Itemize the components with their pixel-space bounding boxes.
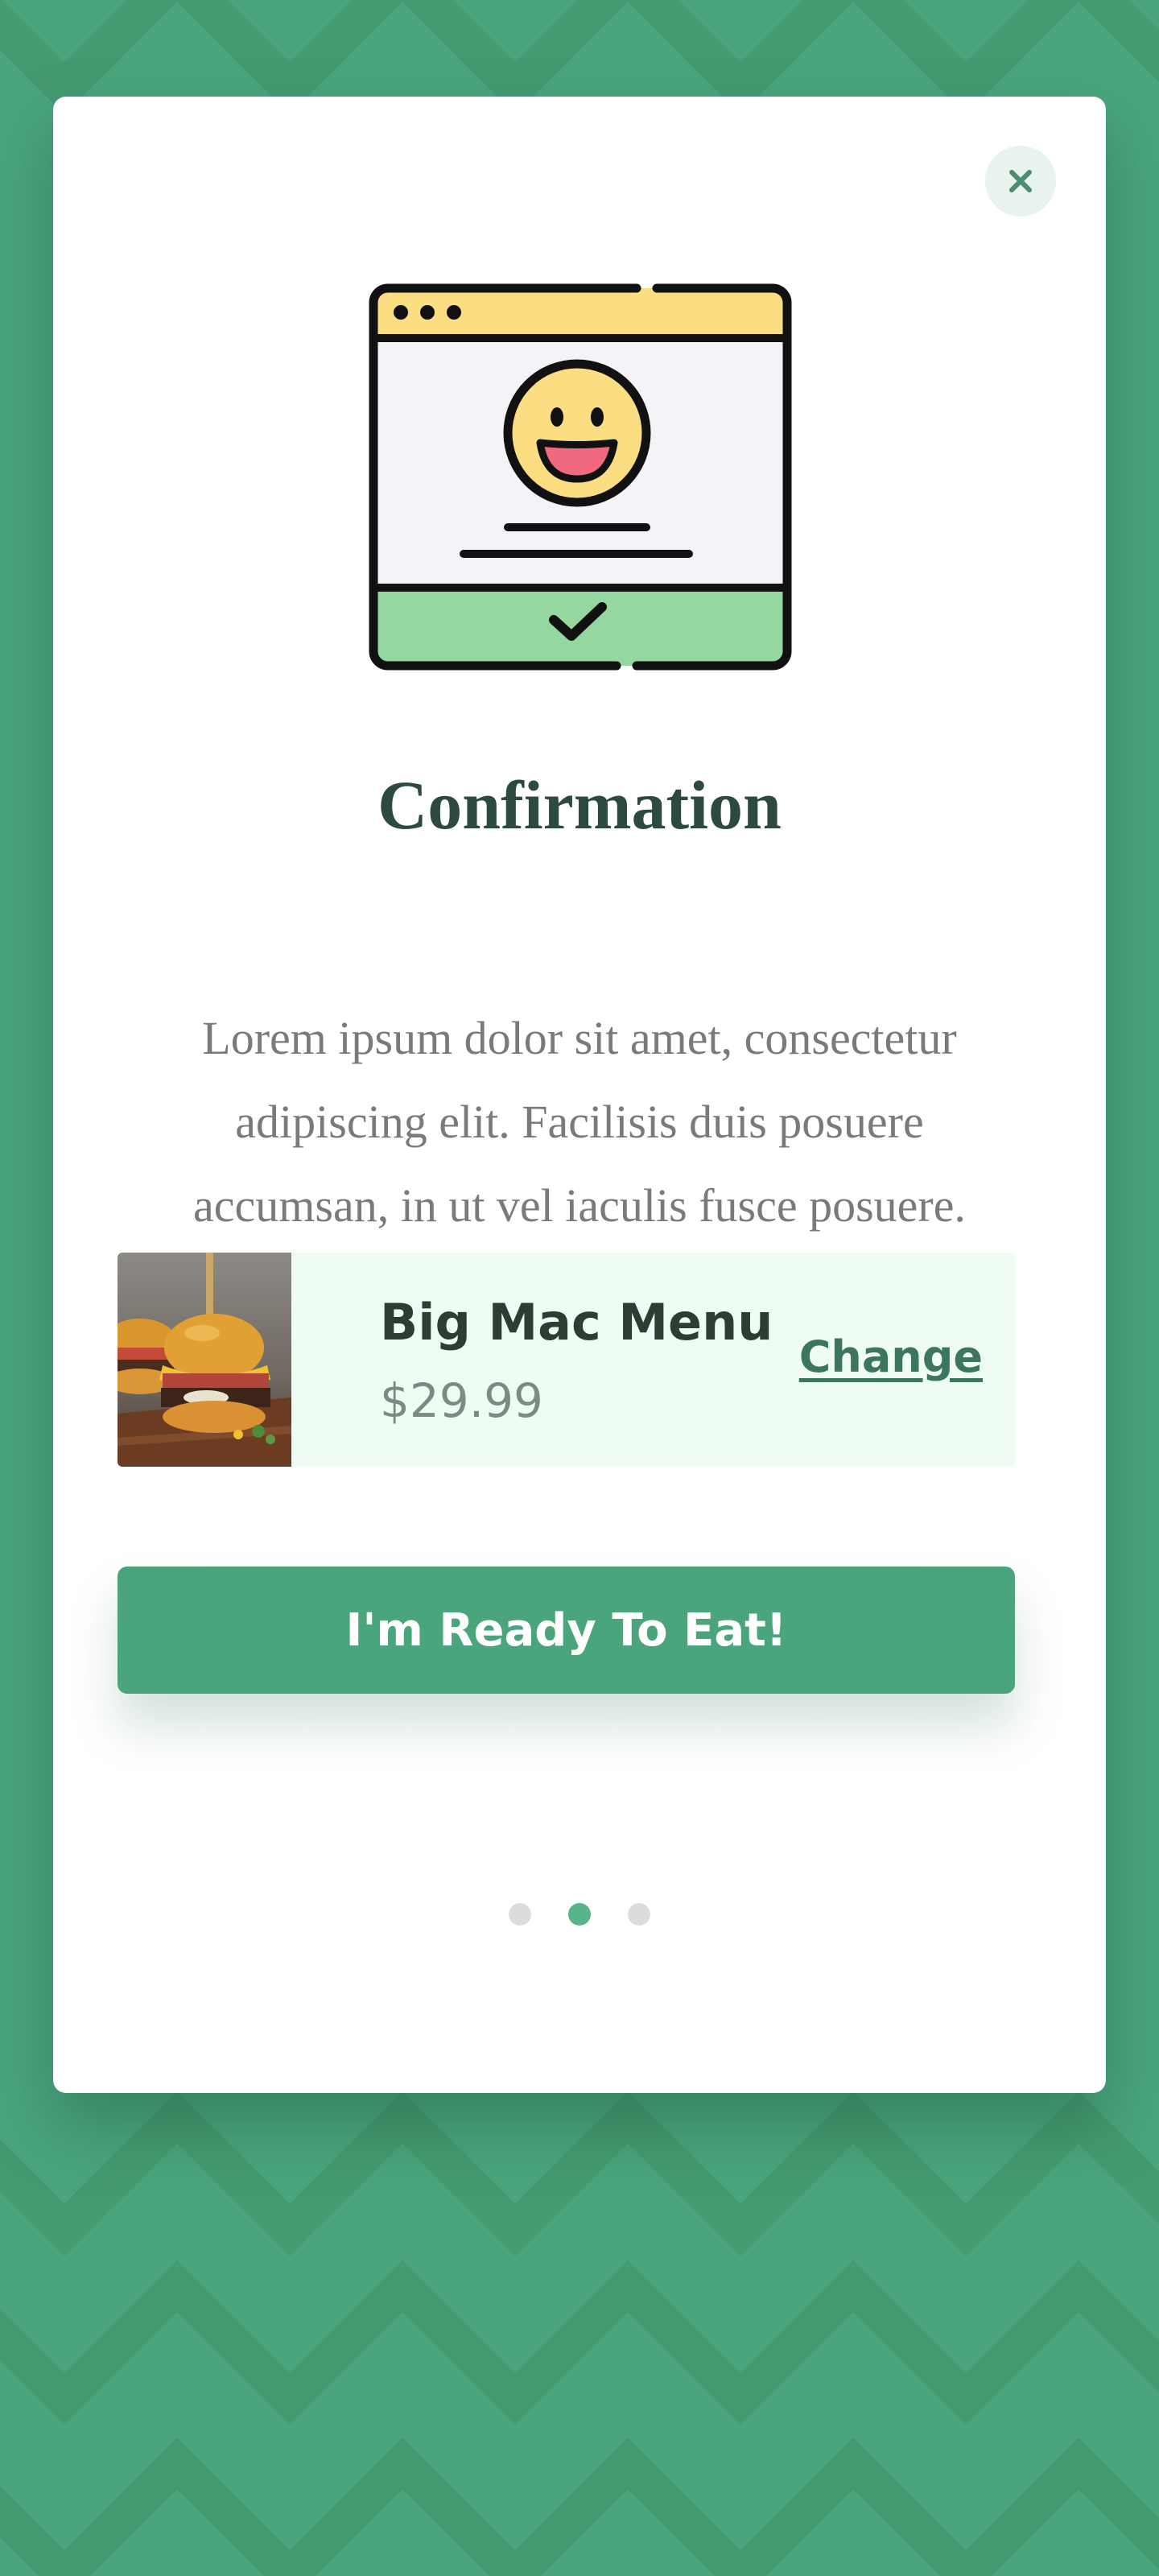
pagination-dots (53, 1903, 1106, 1926)
modal-title: Confirmation (377, 766, 782, 844)
order-summary: Big Mac Menu $29.99 Change (118, 1253, 1015, 1467)
close-button[interactable] (985, 146, 1056, 217)
pagination-dot-active[interactable] (568, 1903, 591, 1926)
modal-description: Lorem ipsum dolor sit amet, consectetur … (193, 1012, 966, 1232)
order-item-name: Big Mac Menu (380, 1293, 773, 1352)
pagination-dot[interactable] (628, 1903, 650, 1926)
order-price: $29.99 (380, 1373, 543, 1428)
smiley-window-check-icon (369, 283, 792, 671)
burger-image (118, 1253, 291, 1467)
confirmation-modal: Confirmation Lorem ipsum dolor sit amet,… (53, 97, 1106, 2093)
change-order-link[interactable]: Change (799, 1331, 983, 1382)
close-icon (1009, 170, 1032, 192)
ready-to-eat-button[interactable]: I'm Ready To Eat! (118, 1567, 1015, 1694)
pagination-dot[interactable] (509, 1903, 531, 1926)
